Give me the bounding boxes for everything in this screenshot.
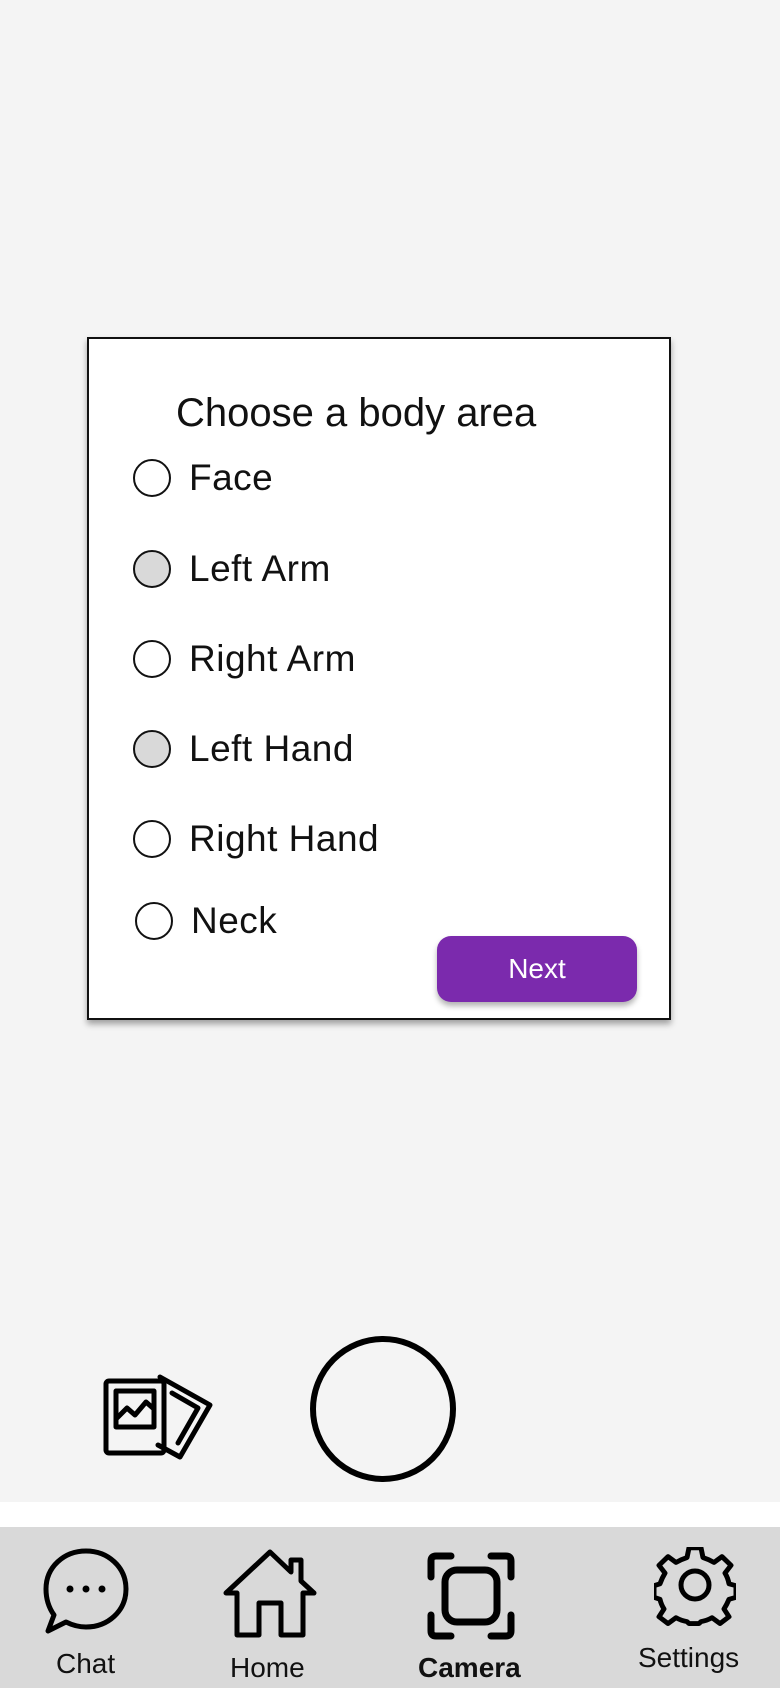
radio-icon[interactable] (133, 459, 171, 497)
dialog-title: Choose a body area (176, 391, 537, 435)
nav-item-settings[interactable]: Settings (620, 1527, 780, 1688)
bottom-nav: Chat Home Camera Settings (0, 1527, 780, 1688)
gear-icon (654, 1547, 736, 1626)
option-neck[interactable]: Neck (135, 899, 277, 943)
option-label: Neck (191, 900, 278, 941)
option-label: Face (189, 457, 274, 498)
gallery-icon (103, 1374, 213, 1460)
option-face[interactable]: Face (133, 456, 273, 500)
nav-item-home[interactable]: Home (200, 1527, 340, 1688)
radio-icon[interactable] (135, 902, 173, 940)
option-left-arm[interactable]: Left Arm (133, 547, 331, 591)
option-label: Right Arm (189, 638, 356, 679)
home-icon (223, 1549, 317, 1638)
option-label: Right Hand (189, 818, 380, 859)
radio-icon[interactable] (133, 820, 171, 858)
option-left-hand[interactable]: Left Hand (133, 727, 354, 771)
option-label: Left Arm (189, 548, 331, 589)
nav-label: Home (230, 1652, 305, 1683)
option-label: Left Hand (189, 728, 354, 769)
radio-icon[interactable] (133, 550, 171, 588)
option-right-arm[interactable]: Right Arm (133, 637, 356, 681)
gallery-button[interactable] (100, 1365, 215, 1465)
camera-scan-icon (427, 1552, 515, 1640)
body-area-dialog: Choose a body area Face Left Arm Right A… (87, 337, 671, 1020)
nav-label: Chat (56, 1648, 116, 1679)
nav-label: Settings (638, 1642, 740, 1673)
shutter-button[interactable] (310, 1336, 456, 1482)
nav-label: Camera (418, 1652, 521, 1683)
radio-icon[interactable] (133, 730, 171, 768)
option-right-hand[interactable]: Right Hand (133, 817, 379, 861)
nav-item-chat[interactable]: Chat (0, 1527, 180, 1688)
nav-item-camera[interactable]: Camera (400, 1527, 540, 1688)
chat-icon (43, 1548, 129, 1634)
next-button[interactable]: Next (437, 936, 637, 1002)
radio-icon[interactable] (133, 640, 171, 678)
